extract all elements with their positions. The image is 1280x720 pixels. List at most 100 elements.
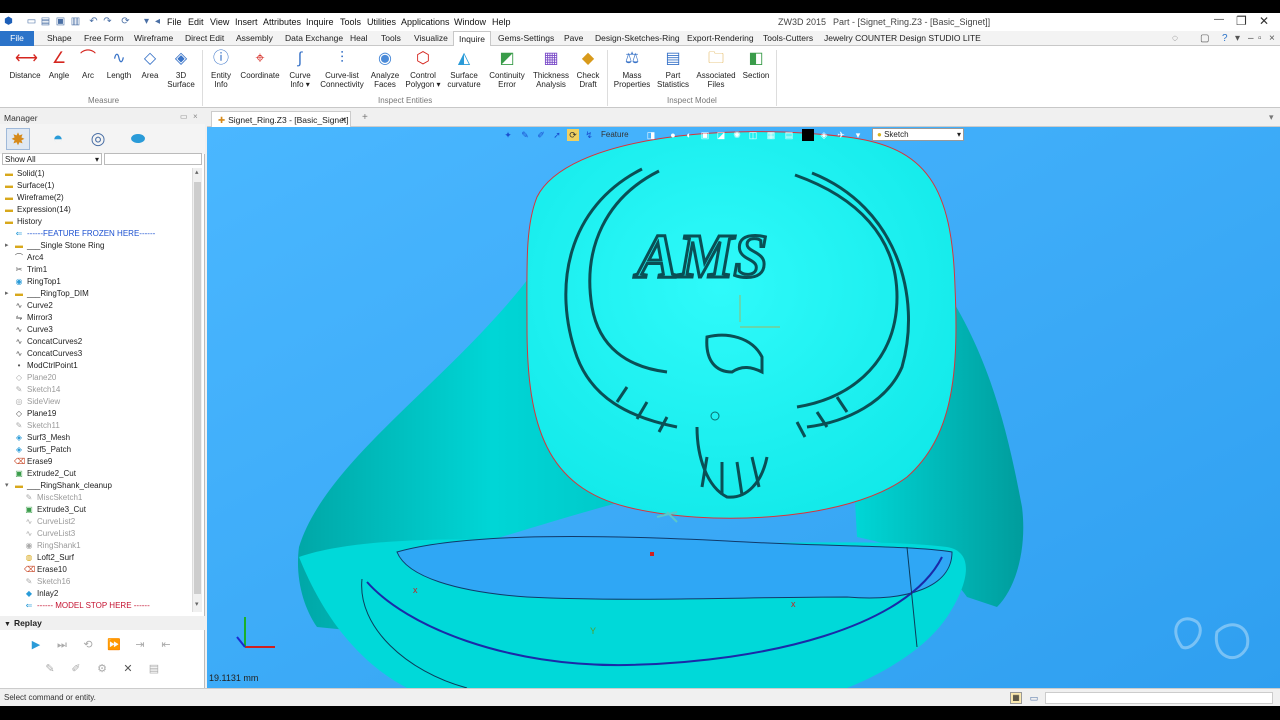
- minimize-button[interactable]: —: [1214, 14, 1224, 25]
- tree-item[interactable]: ∿ Curve2: [14, 300, 53, 312]
- hide-icon[interactable]: ◫: [747, 129, 759, 141]
- print-icon[interactable]: ▥: [70, 16, 81, 27]
- back-icon[interactable]: ◂: [152, 16, 163, 27]
- curve-list-connectivity-button[interactable]: ⫶ Curve-list Connectivity: [318, 49, 366, 89]
- open-file-icon[interactable]: ▤: [40, 16, 51, 27]
- tab-direct-edit[interactable]: Direct Edit: [185, 33, 224, 43]
- ribbon-minimize-icon[interactable]: ◌: [1172, 33, 1178, 44]
- pen-icon[interactable]: ✎: [519, 129, 531, 141]
- manager-search-input[interactable]: [104, 153, 202, 165]
- undo-icon[interactable]: ↶: [88, 16, 99, 27]
- tab-data-exchange[interactable]: Data Exchange: [285, 33, 343, 43]
- show-filter-select[interactable]: Show All ▾: [2, 153, 102, 165]
- tree-item[interactable]: ▸▬Expression(14): [4, 204, 71, 216]
- menu-attributes[interactable]: Attributes: [263, 17, 301, 27]
- feature-filter-label[interactable]: Feature: [601, 130, 629, 139]
- continuity-error-button[interactable]: ◩ Continuity Error: [486, 49, 528, 89]
- mass-properties-button[interactable]: ⚖ Mass Properties: [612, 49, 652, 89]
- tree-item[interactable]: ✎ Sketch11: [14, 420, 60, 432]
- render-mode-icon[interactable]: ◐: [683, 129, 695, 141]
- input-icon[interactable]: ▭: [1028, 692, 1040, 704]
- tree-item[interactable]: ⇐ ------ MODEL STOP HERE ------: [24, 600, 150, 612]
- tab-export-rendering[interactable]: Export-Rendering: [687, 33, 754, 43]
- layer-icon[interactable]: ◈: [818, 129, 830, 141]
- tree-item[interactable]: ◈ Surf5_Patch: [14, 444, 71, 456]
- replay-forward-icon[interactable]: ⇥: [130, 636, 150, 654]
- tree-item[interactable]: ◉ RingShank1: [24, 540, 81, 552]
- quick-access-dropdown-icon[interactable]: ▾: [141, 16, 152, 27]
- light-icon[interactable]: ✺: [731, 129, 743, 141]
- arc-button[interactable]: ⌒ Arc: [76, 49, 100, 80]
- replay-edit-icon[interactable]: ✎: [40, 660, 60, 678]
- tab-assembly[interactable]: Assembly: [236, 33, 273, 43]
- tree-item[interactable]: ▸ ▬ ___RingTop_DIM: [5, 288, 89, 300]
- grid-icon[interactable]: ▦: [1010, 692, 1022, 704]
- tab-shape[interactable]: Shape: [47, 33, 72, 43]
- distance-button[interactable]: ⟷ Distance: [8, 49, 42, 80]
- history-manager-icon[interactable]: ✸: [6, 128, 30, 150]
- new-tab-icon[interactable]: +: [362, 112, 368, 123]
- help-icon[interactable]: ?: [1222, 33, 1228, 44]
- doc-close-icon[interactable]: ×: [1269, 33, 1275, 44]
- filter-icon[interactable]: ▦: [765, 129, 777, 141]
- surface-curvature-button[interactable]: ◭ Surface curvature: [444, 49, 484, 89]
- replay-play-icon[interactable]: ▶: [26, 636, 46, 654]
- shade-icon[interactable]: ◪: [715, 129, 727, 141]
- tab-heal[interactable]: Heal: [350, 33, 367, 43]
- close-tab-icon[interactable]: ×: [341, 114, 346, 124]
- tree-item[interactable]: ▾ ▬ ___RingShank_cleanup: [5, 480, 112, 492]
- tree-item[interactable]: ▣ Extrude2_Cut: [14, 468, 76, 480]
- analyze-faces-button[interactable]: ◉ Analyze Faces: [368, 49, 402, 89]
- tab-file[interactable]: File: [0, 31, 34, 46]
- tab-gems-settings[interactable]: Gems-Settings: [498, 33, 554, 43]
- tree-item[interactable]: ✂ Trim1: [14, 264, 48, 276]
- ring-model[interactable]: AMS x x Y: [207, 127, 1280, 688]
- replay-step-all-icon[interactable]: ⏩: [104, 636, 124, 654]
- tree-item[interactable]: ⌫ Erase9: [14, 456, 52, 468]
- display-icon[interactable]: ▣: [699, 129, 711, 141]
- doc-restore-icon[interactable]: ▫: [1258, 33, 1262, 44]
- tree-item[interactable]: ∿ ConcatCurves3: [14, 348, 83, 360]
- menu-tools[interactable]: Tools: [340, 17, 361, 27]
- close-panel-icon[interactable]: ×: [193, 112, 198, 121]
- menu-utilities[interactable]: Utilities: [367, 17, 396, 27]
- tree-item[interactable]: ⌫ Erase10: [24, 564, 67, 576]
- tab-wireframe[interactable]: Wireframe: [134, 33, 173, 43]
- replay-delete-icon[interactable]: ✕: [118, 660, 138, 678]
- expand-toggle-icon[interactable]: ▸: [5, 240, 9, 252]
- angle-button[interactable]: ∠ Angle: [45, 49, 73, 80]
- tree-item[interactable]: ◈ Surf3_Mesh: [14, 432, 70, 444]
- options-icon[interactable]: ▢: [1200, 33, 1209, 44]
- app-logo-icon[interactable]: ⬢: [3, 16, 14, 27]
- tree-item[interactable]: ✎ Sketch14: [14, 384, 61, 396]
- control-polygon-button[interactable]: ⬡ Control Polygon ▾: [404, 49, 442, 89]
- tab-jewelry-counter[interactable]: Jewelry COUNTER Design STUDIO LITE: [824, 33, 981, 43]
- align-icon[interactable]: ↯: [583, 129, 595, 141]
- tree-item[interactable]: ∿ CurveList3: [24, 528, 76, 540]
- tree-item[interactable]: ▾▬History: [4, 216, 42, 228]
- expand-toggle-icon[interactable]: ▾: [5, 480, 9, 492]
- tree-item[interactable]: ▸▬Surface(1): [4, 180, 54, 192]
- expand-toggle-icon[interactable]: ▸: [5, 288, 9, 300]
- visual-manager-icon[interactable]: ⬬: [126, 128, 150, 150]
- assembly-manager-icon[interactable]: ◓: [46, 128, 70, 150]
- menu-insert[interactable]: Insert: [235, 17, 258, 27]
- select-icon[interactable]: ➚: [551, 129, 563, 141]
- save-icon[interactable]: ▣: [55, 16, 66, 27]
- tree-item[interactable]: ✎ Sketch16: [24, 576, 71, 588]
- redo-icon[interactable]: ↷: [102, 16, 113, 27]
- tree-scrollbar[interactable]: ▴ ▾: [192, 168, 202, 612]
- tab-tools[interactable]: Tools: [381, 33, 401, 43]
- tab-inquire[interactable]: Inquire: [453, 31, 491, 47]
- tree-item[interactable]: ⇋ Mirror3: [14, 312, 53, 324]
- tree-item[interactable]: ⇐ ------FEATURE FROZEN HERE------: [14, 228, 156, 240]
- tree-item[interactable]: ⌒ Arc4: [14, 252, 43, 264]
- section-button[interactable]: ◧ Section: [740, 49, 772, 80]
- associated-files-button[interactable]: 🗀 Associated Files: [694, 49, 738, 89]
- maximize-button[interactable]: ❐: [1236, 14, 1247, 28]
- tree-item[interactable]: ▸▬Wireframe(2): [4, 192, 64, 204]
- tab-visualize[interactable]: Visualize: [414, 33, 448, 43]
- more-icon[interactable]: ▾: [852, 129, 864, 141]
- 3d-viewport[interactable]: AMS x x Y ✦ ✎ ✐ ➚ ⟳ ↯ ◨ ● ◐ ▣ ◪ ✺ ◫ ▦ ▤ …: [207, 127, 1280, 688]
- render-icon[interactable]: ●: [667, 129, 679, 141]
